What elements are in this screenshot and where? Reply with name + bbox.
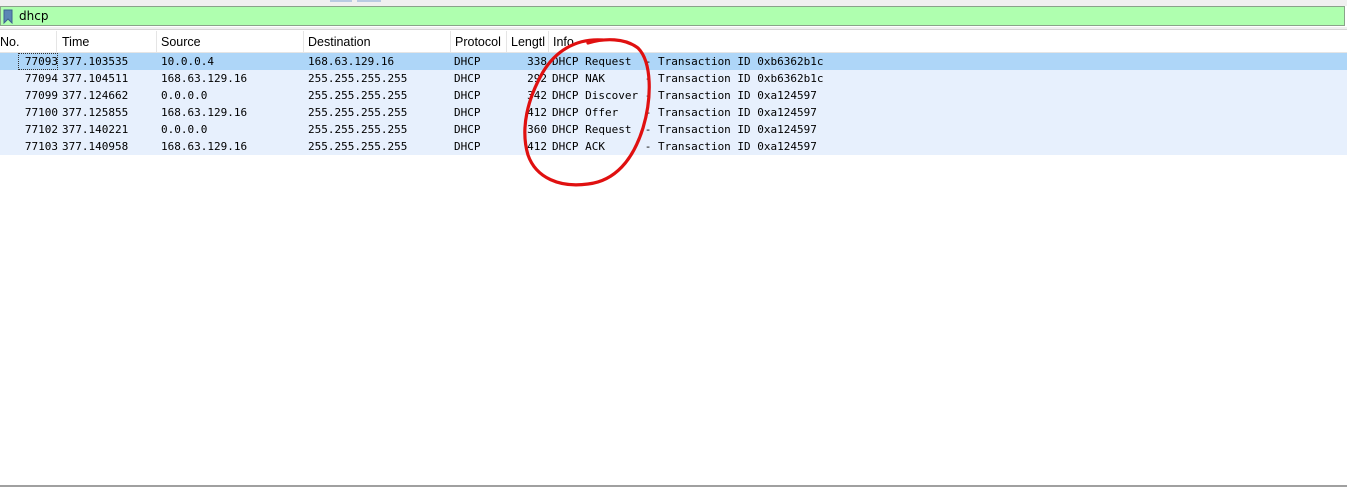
packet-destination: 255.255.255.255 [308, 72, 408, 85]
toolbar-button[interactable] [357, 0, 381, 2]
column-header-info[interactable]: Info [549, 31, 1347, 52]
packet-info: DHCP Request - Transaction ID 0xa124597 [552, 123, 817, 136]
packet-time: 377.140958 [62, 140, 129, 153]
packet-time: 377.103535 [62, 55, 129, 68]
column-header-length[interactable]: Lengtl [507, 31, 549, 52]
packet-source: 168.63.129.16 [161, 106, 248, 119]
packet-destination: 255.255.255.255 [308, 106, 408, 119]
packet-destination: 255.255.255.255 [308, 123, 408, 136]
column-header-time[interactable]: Time [58, 31, 157, 52]
column-header-destination[interactable]: Destination [304, 31, 451, 52]
packet-source: 0.0.0.0 [161, 89, 208, 102]
bookmark-icon[interactable] [2, 9, 14, 24]
column-header-protocol[interactable]: Protocol [451, 31, 507, 52]
packet-destination: 255.255.255.255 [308, 89, 408, 102]
packet-info: DHCP Request - Transaction ID 0xb6362b1c [552, 55, 824, 68]
packet-length: 360 [527, 123, 547, 136]
packet-length: 338 [527, 55, 547, 68]
toolbar-button[interactable] [330, 0, 352, 2]
packet-source: 0.0.0.0 [161, 123, 208, 136]
packet-protocol: DHCP [454, 140, 481, 153]
packet-length: 412 [527, 106, 547, 119]
display-filter-input[interactable]: dhcp [19, 9, 48, 24]
packet-protocol: DHCP [454, 55, 481, 68]
column-header-source[interactable]: Source [157, 31, 304, 52]
packet-row[interactable]: 77094 377.104511 168.63.129.16 255.255.2… [0, 70, 1347, 87]
packet-row[interactable]: 77099 377.124662 0.0.0.0 255.255.255.255… [0, 87, 1347, 104]
packet-info: DHCP ACK - Transaction ID 0xa124597 [552, 140, 817, 153]
packet-protocol: DHCP [454, 123, 481, 136]
packet-destination: 168.63.129.16 [308, 55, 395, 68]
packet-time: 377.125855 [62, 106, 129, 119]
packet-destination: 255.255.255.255 [308, 140, 408, 153]
packet-length: 412 [527, 140, 547, 153]
packet-row[interactable]: 77100 377.125855 168.63.129.16 255.255.2… [0, 104, 1347, 121]
packet-no: 77100 [24, 106, 58, 119]
packet-info: DHCP Offer - Transaction ID 0xa124597 [552, 106, 817, 119]
packet-time: 377.104511 [62, 72, 129, 85]
packet-row[interactable]: 77103 377.140958 168.63.129.16 255.255.2… [0, 138, 1347, 155]
packet-no: 77093 [18, 53, 58, 70]
packet-time: 377.124662 [62, 89, 129, 102]
divider [0, 27, 1347, 30]
packet-list-window: dhcp No. Time Source Destination Protoco… [0, 0, 1347, 487]
packet-time: 377.140221 [62, 123, 129, 136]
packet-source: 10.0.0.4 [161, 55, 214, 68]
packet-no: 77094 [24, 72, 58, 85]
packet-protocol: DHCP [454, 89, 481, 102]
packet-info: DHCP NAK - Transaction ID 0xb6362b1c [552, 72, 824, 85]
packet-protocol: DHCP [454, 72, 481, 85]
packet-length: 292 [527, 72, 547, 85]
packet-protocol: DHCP [454, 106, 481, 119]
column-header-no[interactable]: No. [0, 31, 57, 52]
packet-list-header: No. Time Source Destination Protocol Len… [0, 31, 1347, 53]
display-filter-bar[interactable]: dhcp [0, 6, 1345, 26]
packet-length: 342 [527, 89, 547, 102]
packet-source: 168.63.129.16 [161, 72, 248, 85]
packet-row[interactable]: 77102 377.140221 0.0.0.0 255.255.255.255… [0, 121, 1347, 138]
packet-no: 77103 [24, 140, 58, 153]
packet-source: 168.63.129.16 [161, 140, 248, 153]
packet-no: 77102 [24, 123, 58, 136]
packet-row[interactable]: 77093 377.103535 10.0.0.4 168.63.129.16 … [0, 53, 1347, 70]
packet-no: 77099 [24, 89, 58, 102]
packet-info: DHCP Discover - Transaction ID 0xa124597 [552, 89, 817, 102]
